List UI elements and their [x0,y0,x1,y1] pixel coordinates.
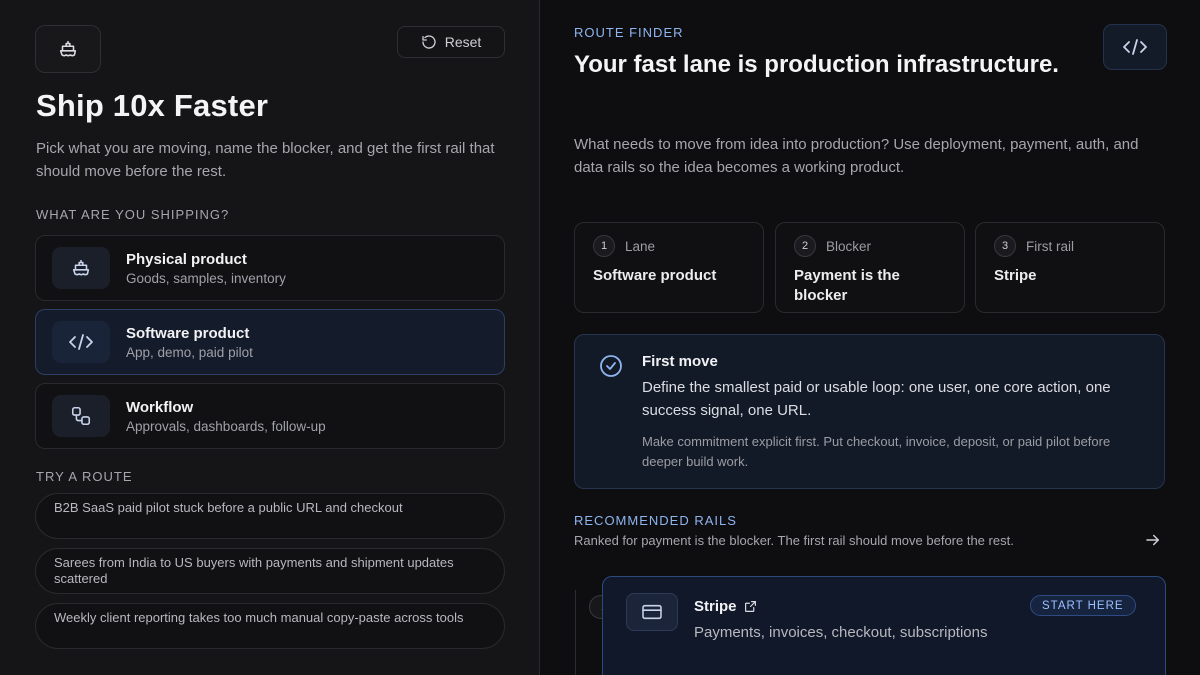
rail-title: Stripe [694,598,737,615]
option-subtitle: Goods, samples, inventory [126,270,286,286]
lane-card: 1 Lane Software product [574,222,764,313]
description: What needs to move from idea into produc… [574,136,1139,176]
reset-icon [422,35,436,49]
option-workflow[interactable]: Workflow Approvals, dashboards, follow-u… [35,383,505,449]
route-suggestion[interactable]: Sarees from India to US buyers with paym… [35,548,505,594]
lane-value: Stripe [994,267,1037,284]
lane-value: Payment is the blocker [794,267,900,304]
code-view-button[interactable] [1103,24,1167,70]
recommended-rails-label: RECOMMENDED RAILS [574,513,737,528]
lane-number: 2 [794,235,816,257]
option-software-product[interactable]: Software product App, demo, paid pilot [35,309,505,375]
right-panel: ROUTE FINDER Your fast lane is productio… [540,0,1200,675]
shipping-section-label: WHAT ARE YOU SHIPPING? [36,207,230,222]
lane-value: Software product [593,267,717,284]
credit-card-icon [642,604,662,620]
reset-button[interactable]: Reset [397,26,505,58]
rail-timeline [575,590,576,675]
arrow-right-icon[interactable] [1144,531,1162,549]
blocker-card: 2 Blocker Payment is the blocker [775,222,965,313]
option-title: Physical product [126,250,247,268]
option-icon-box [52,321,110,363]
start-here-badge: START HERE [1030,595,1136,616]
lane-label: Lane [625,238,656,254]
route-suggestion[interactable]: Weekly client reporting takes too much m… [35,603,505,649]
route-finder-label: ROUTE FINDER [574,25,684,40]
route-suggestion[interactable]: B2B SaaS paid pilot stuck before a publi… [35,493,505,539]
code-icon [1123,39,1147,55]
ship-icon [59,40,77,57]
option-physical-product[interactable]: Physical product Goods, samples, invento… [35,235,505,301]
external-link-icon[interactable] [744,600,757,613]
first-move-title: First move [642,353,718,370]
try-route-label: TRY A ROUTE [36,469,133,484]
option-subtitle: App, demo, paid pilot [126,344,253,360]
code-icon [69,334,93,350]
lane-number: 3 [994,235,1016,257]
left-panel: Reset Ship 10x Faster Pick what you are … [0,0,540,675]
check-circle-icon [600,355,622,377]
option-title: Software product [126,324,250,342]
lane-label: Blocker [826,238,872,254]
lane-number: 1 [593,235,615,257]
ship-icon [72,259,90,276]
option-title: Workflow [126,398,194,416]
option-icon-box [52,395,110,437]
workflow-icon [71,406,91,426]
rail-icon-box [626,593,678,631]
rail-description: Payments, invoices, checkout, subscripti… [694,624,988,641]
first-rail-card: 3 First rail Stripe [975,222,1165,313]
reset-label: Reset [444,34,482,50]
page-subtitle: Pick what you are moving, name the block… [36,140,495,180]
rail-card-stripe[interactable]: Stripe Payments, invoices, checkout, sub… [602,576,1166,675]
headline: Your fast lane is production infrastruct… [574,51,1059,78]
first-move-panel: First move Define the smallest paid or u… [574,334,1165,489]
page-title: Ship 10x Faster [36,88,269,123]
first-move-note: Make commitment explicit first. Put chec… [642,434,1111,469]
logo [35,25,101,73]
rail-title-row: Stripe [694,598,757,615]
lane-label: First rail [1026,238,1074,254]
option-icon-box [52,247,110,289]
option-subtitle: Approvals, dashboards, follow-up [126,418,326,434]
recommended-rails-subtitle: Ranked for payment is the blocker. The f… [574,533,1014,548]
first-move-text: Define the smallest paid or usable loop:… [642,379,1111,419]
